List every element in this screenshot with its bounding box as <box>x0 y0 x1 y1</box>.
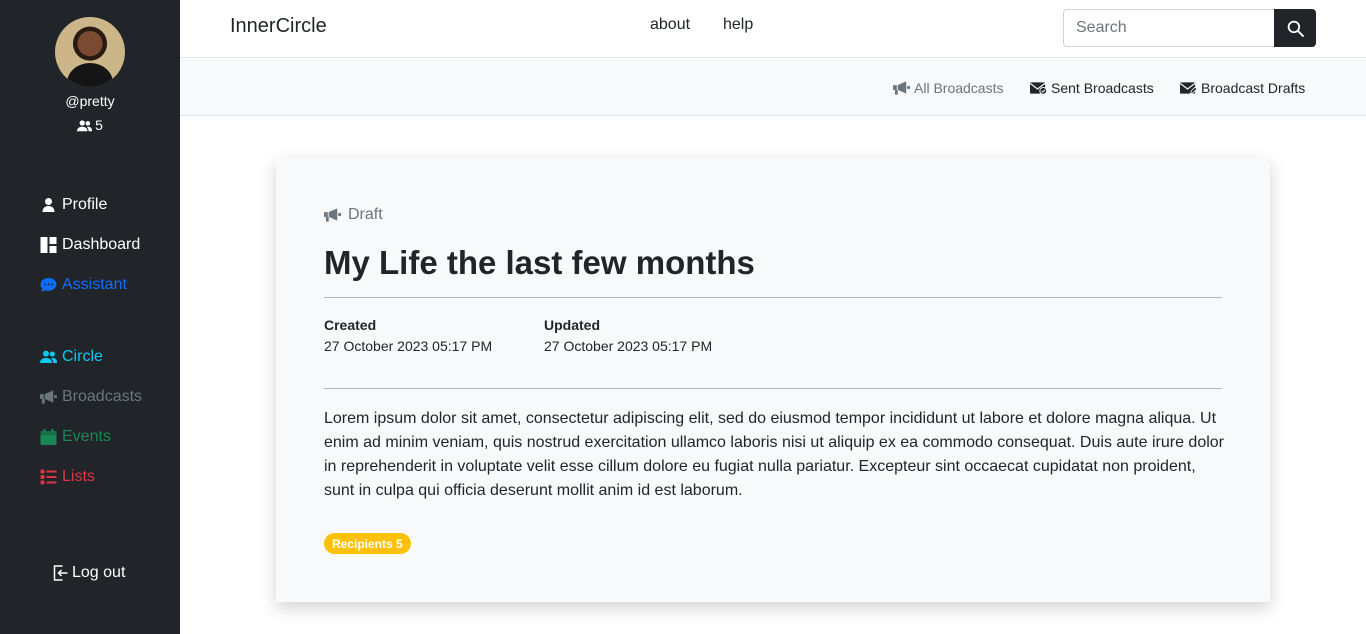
sidebar-item-label: Dashboard <box>62 236 141 253</box>
top-navbar: InnerCircle about help <box>180 0 1366 58</box>
logout-icon <box>53 565 68 581</box>
user-icon <box>42 198 55 212</box>
broadcast-subnav: All Broadcasts Sent Broadcasts Broadcast… <box>180 59 1366 116</box>
search-input[interactable] <box>1063 9 1275 47</box>
sidebar-item-broadcasts[interactable]: Broadcasts <box>40 385 142 409</box>
users-icon <box>77 119 93 135</box>
sidebar-item-label: Broadcasts <box>62 388 143 405</box>
sidebar-item-label: Profile <box>62 196 108 213</box>
sidebar-item-assistant[interactable]: Assistant <box>40 273 127 297</box>
tab-all-broadcasts[interactable]: All Broadcasts <box>893 80 1003 96</box>
sidebar-item-profile[interactable]: Profile <box>40 193 107 217</box>
recipients-badge[interactable]: Recipients 5 <box>324 533 411 554</box>
calendar-icon <box>40 429 57 445</box>
sidebar-item-dashboard[interactable]: Dashboard <box>40 233 140 257</box>
logout-label: Log out <box>72 564 126 581</box>
tab-sent-broadcasts[interactable]: Sent Broadcasts <box>1030 80 1154 96</box>
created-value: 27 October 2023 05:17 PM <box>324 338 493 354</box>
status-text: Draft <box>348 206 383 223</box>
list-icon <box>40 469 57 485</box>
sidebar-item-circle[interactable]: Circle <box>40 345 103 369</box>
sidebar-item-label: Assistant <box>62 276 127 293</box>
created-label: Created <box>324 317 377 333</box>
sidebar-item-label: Events <box>62 428 111 445</box>
megaphone-icon <box>893 81 910 95</box>
dashboard-icon <box>40 237 57 253</box>
status-label: Draft <box>324 206 383 224</box>
username: @pretty <box>65 93 115 109</box>
broadcast-title: My Life the last few months <box>324 244 755 281</box>
envelope-check-icon <box>1030 82 1047 95</box>
megaphone-icon <box>40 390 57 404</box>
tab-label: Sent Broadcasts <box>1051 80 1154 96</box>
logout-button[interactable]: Log out <box>52 561 125 585</box>
search-icon <box>1287 20 1304 37</box>
tab-label: All Broadcasts <box>914 80 1004 96</box>
circle-count: 5 <box>0 117 180 135</box>
broadcast-card: Draft My Life the last few months Create… <box>276 158 1270 602</box>
tab-label: Broadcast Drafts <box>1201 80 1306 96</box>
updated-value: 27 October 2023 05:17 PM <box>544 338 713 354</box>
sidebar-item-label: Circle <box>62 348 103 365</box>
sidebar-item-label: Lists <box>62 468 95 485</box>
nav-link-help[interactable]: help <box>723 16 753 34</box>
chat-icon <box>40 278 57 292</box>
broadcast-body: Lorem ipsum dolor sit amet, consectetur … <box>324 410 1224 499</box>
envelope-pencil-icon <box>1180 82 1197 95</box>
circle-count-value: 5 <box>95 117 103 133</box>
nav-link-about[interactable]: about <box>650 16 690 34</box>
megaphone-icon <box>324 208 341 222</box>
search-button[interactable] <box>1274 9 1316 47</box>
users-icon <box>40 350 57 363</box>
tab-broadcast-drafts[interactable]: Broadcast Drafts <box>1180 80 1305 96</box>
brand-logo[interactable]: InnerCircle <box>230 15 327 38</box>
sidebar: @pretty 5 Profile Dashboard Assistant Ci… <box>0 0 180 634</box>
avatar[interactable] <box>55 17 125 87</box>
divider <box>324 297 1222 298</box>
updated-label: Updated <box>544 317 600 333</box>
divider <box>324 388 1222 389</box>
sidebar-item-lists[interactable]: Lists <box>40 465 95 489</box>
sidebar-item-events[interactable]: Events <box>40 425 111 449</box>
